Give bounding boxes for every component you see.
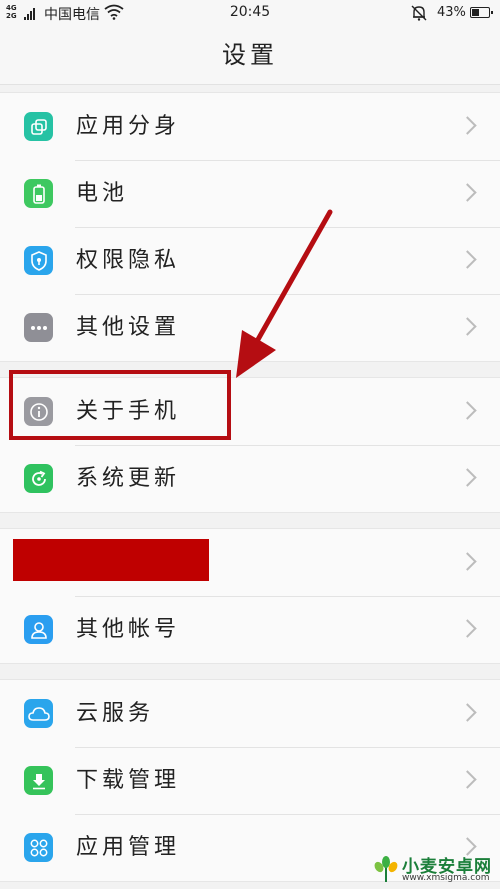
settings-item-label: 系统更新 bbox=[76, 466, 181, 491]
more-icon bbox=[24, 313, 53, 342]
annotation-highlight-box bbox=[9, 370, 231, 440]
settings-item-download-manager[interactable]: 下载管理 bbox=[0, 747, 500, 814]
page-title: 设置 bbox=[0, 26, 500, 85]
settings-item-label: 应用分身 bbox=[76, 114, 181, 139]
settings-item-privacy[interactable]: 权限隐私 bbox=[0, 227, 500, 294]
chevron-right-icon bbox=[458, 770, 477, 789]
cloud-icon bbox=[24, 699, 53, 728]
settings-item-other-accounts[interactable]: 其他帐号 bbox=[0, 596, 500, 663]
chevron-right-icon bbox=[458, 401, 477, 420]
chevron-right-icon bbox=[458, 317, 477, 336]
shield-icon bbox=[24, 246, 53, 275]
chevron-right-icon bbox=[458, 116, 477, 135]
watermark: 小麦安卓网 www.xmsigma.com bbox=[368, 852, 498, 886]
settings-item-label: 下载管理 bbox=[76, 768, 181, 793]
apps-icon bbox=[24, 833, 53, 862]
watermark-logo-icon bbox=[372, 854, 400, 888]
settings-item-battery[interactable]: 电池 bbox=[0, 160, 500, 227]
download-icon bbox=[24, 766, 53, 795]
app-clone-icon bbox=[24, 112, 53, 141]
chevron-right-icon bbox=[458, 619, 477, 638]
bell-mute-icon bbox=[410, 4, 428, 26]
settings-group-1: 应用分身 电池 权限隐私 其他设置 bbox=[0, 92, 500, 362]
redaction-box bbox=[13, 539, 209, 581]
status-bar: 4G 2G 中国电信 20:45 43% bbox=[0, 0, 500, 26]
settings-item-app-clone[interactable]: 应用分身 bbox=[0, 93, 500, 160]
update-icon bbox=[24, 464, 53, 493]
watermark-url: www.xmsigma.com bbox=[402, 873, 490, 883]
battery-icon bbox=[470, 7, 493, 18]
user-icon bbox=[24, 615, 53, 644]
settings-item-redacted-account[interactable] bbox=[0, 529, 500, 596]
settings-item-label: 其他帐号 bbox=[76, 617, 181, 642]
settings-group-3: 其他帐号 bbox=[0, 528, 500, 664]
chevron-right-icon bbox=[458, 250, 477, 269]
settings-item-label: 其他设置 bbox=[76, 315, 181, 340]
battery-icon bbox=[24, 179, 53, 208]
settings-item-system-update[interactable]: 系统更新 bbox=[0, 445, 500, 512]
battery-percent: 43% bbox=[437, 5, 466, 20]
chevron-right-icon bbox=[458, 468, 477, 487]
chevron-right-icon bbox=[458, 552, 477, 571]
chevron-right-icon bbox=[458, 183, 477, 202]
settings-item-other-settings[interactable]: 其他设置 bbox=[0, 294, 500, 361]
settings-item-label: 权限隐私 bbox=[76, 248, 181, 273]
settings-item-label: 云服务 bbox=[76, 701, 155, 726]
settings-item-cloud-service[interactable]: 云服务 bbox=[0, 680, 500, 747]
settings-item-label: 电池 bbox=[76, 181, 129, 206]
settings-item-label: 应用管理 bbox=[76, 835, 181, 860]
chevron-right-icon bbox=[458, 703, 477, 722]
